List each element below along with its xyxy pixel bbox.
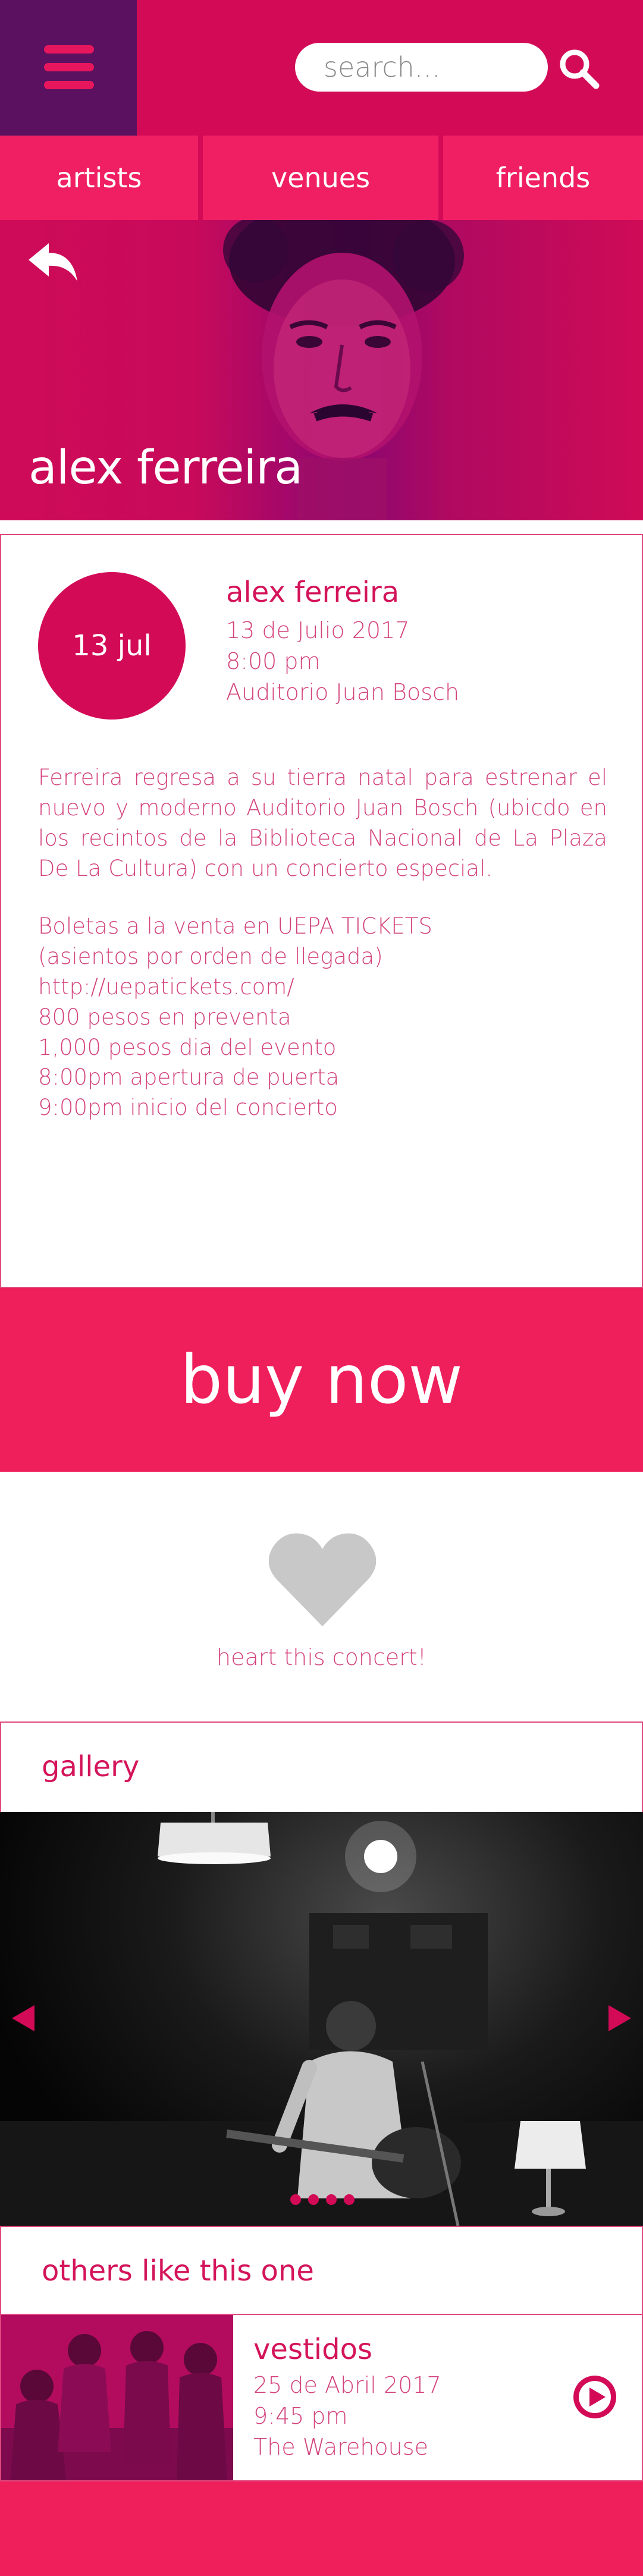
concert-start: 9:00pm inicio del concierto (38, 1095, 338, 1120)
gallery-next-icon[interactable] (607, 2004, 632, 2032)
artist-hero: alex ferreira (0, 220, 643, 520)
back-arrow-icon[interactable] (26, 241, 80, 284)
related-concert-name: vestidos (253, 2333, 372, 2366)
doors-open: 8:00pm apertura de puerta (38, 1064, 340, 1090)
top-header (0, 0, 643, 136)
tab-friends[interactable]: friends (443, 136, 643, 220)
others-title: others like this one (42, 2254, 314, 2288)
hero-title: alex ferreira (29, 441, 303, 495)
heart-section: heart this concert! (0, 1472, 643, 1721)
heart-icon[interactable] (269, 1531, 376, 1628)
search-input[interactable] (295, 43, 548, 92)
event-venue: Auditorio Juan Bosch (226, 679, 460, 705)
search-icon[interactable] (557, 46, 601, 90)
gallery-dot[interactable] (308, 2194, 319, 2205)
footer-bar (0, 2481, 643, 2576)
door-price: 1,000 pesos dia del evento (38, 1035, 337, 1060)
gallery-dot[interactable] (290, 2194, 301, 2205)
tab-artists[interactable]: artists (0, 136, 198, 220)
hamburger-menu-icon[interactable] (44, 45, 94, 89)
date-badge: 13 jul (38, 572, 186, 720)
event-time: 8:00 pm (226, 648, 321, 674)
nav-tabs: artists venues friends (0, 136, 643, 220)
related-concert-thumbnail (1, 2315, 233, 2480)
gallery-pagination (290, 2194, 355, 2205)
related-concert-date: 25 de Abril 2017 (253, 2372, 441, 2398)
heart-caption[interactable]: heart this concert! (0, 1644, 643, 1670)
pricing-info: http://uepatickets.com/ 800 pesos en pre… (38, 972, 607, 1063)
others-header: others like this one (0, 2226, 643, 2314)
gallery-title: gallery (42, 1750, 140, 1783)
gallery-image[interactable] (0, 1812, 643, 2226)
schedule-info: 8:00pm apertura de puerta 9:00pm inicio … (38, 1062, 607, 1123)
concert-photo (0, 1812, 643, 2226)
menu-button[interactable] (0, 0, 137, 136)
presale-price: 800 pesos en preventa (38, 1004, 291, 1030)
related-concert-time: 9:45 pm (253, 2403, 348, 2429)
gallery-dot[interactable] (344, 2194, 355, 2205)
play-icon[interactable] (571, 2373, 619, 2421)
seating-line: (asientos por orden de llegada) (38, 944, 383, 969)
event-description: Ferreira regresa a su tierra natal para … (38, 765, 607, 881)
tickets-line: Boletas a la venta en UEPA TICKETS (38, 913, 432, 939)
related-concert-venue: The Warehouse (253, 2434, 428, 2460)
tickets-info: Boletas a la venta en UEPA TICKETS (asie… (38, 911, 607, 972)
event-date: 13 de Julio 2017 (226, 617, 410, 643)
gallery-dot[interactable] (326, 2194, 337, 2205)
buy-now-button[interactable]: buy now (0, 1288, 643, 1472)
related-concert-item[interactable]: vestidos 25 de Abril 2017 9:45 pm The Wa… (0, 2314, 643, 2481)
event-artist-name: alex ferreira (226, 576, 400, 609)
tab-venues[interactable]: venues (203, 136, 438, 220)
event-details-card: 13 jul alex ferreira 13 de Julio 2017 8:… (0, 534, 643, 1288)
gallery-prev-icon[interactable] (11, 2004, 36, 2032)
gallery-header: gallery (0, 1721, 643, 1812)
tickets-link[interactable]: http://uepatickets.com/ (38, 972, 607, 1002)
